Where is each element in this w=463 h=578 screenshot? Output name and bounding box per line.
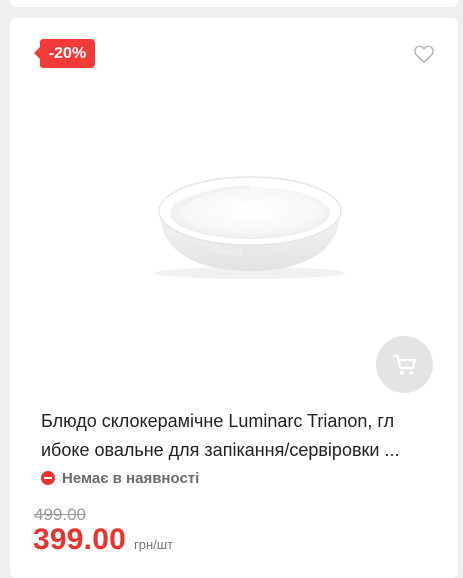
- old-price: 499.00: [34, 505, 86, 524]
- discount-badge: -20%: [34, 39, 95, 68]
- product-title[interactable]: Блюдо склокерамічне Luminarc Trianon, гл…: [41, 407, 441, 465]
- add-to-cart-button[interactable]: [376, 336, 433, 393]
- current-price: 399.00: [33, 523, 126, 556]
- cart-icon: [392, 354, 416, 375]
- availability-text: Немає в наявності: [62, 469, 200, 487]
- previous-card-edge: [10, 0, 458, 7]
- heart-icon[interactable]: [412, 42, 436, 66]
- product-title-link[interactable]: Блюдо склокерамічне Luminarc Trianon, гл…: [41, 411, 399, 460]
- product-image[interactable]: [90, 103, 380, 283]
- minus-circle-icon: [41, 471, 55, 485]
- price-block: 399.00 грн/шт: [33, 523, 173, 557]
- price-unit: грн/шт: [133, 537, 174, 552]
- product-card: -20% Блюдо склокерамічне Luminarc Triano…: [10, 18, 458, 578]
- availability-status: Немає в наявності: [41, 469, 199, 487]
